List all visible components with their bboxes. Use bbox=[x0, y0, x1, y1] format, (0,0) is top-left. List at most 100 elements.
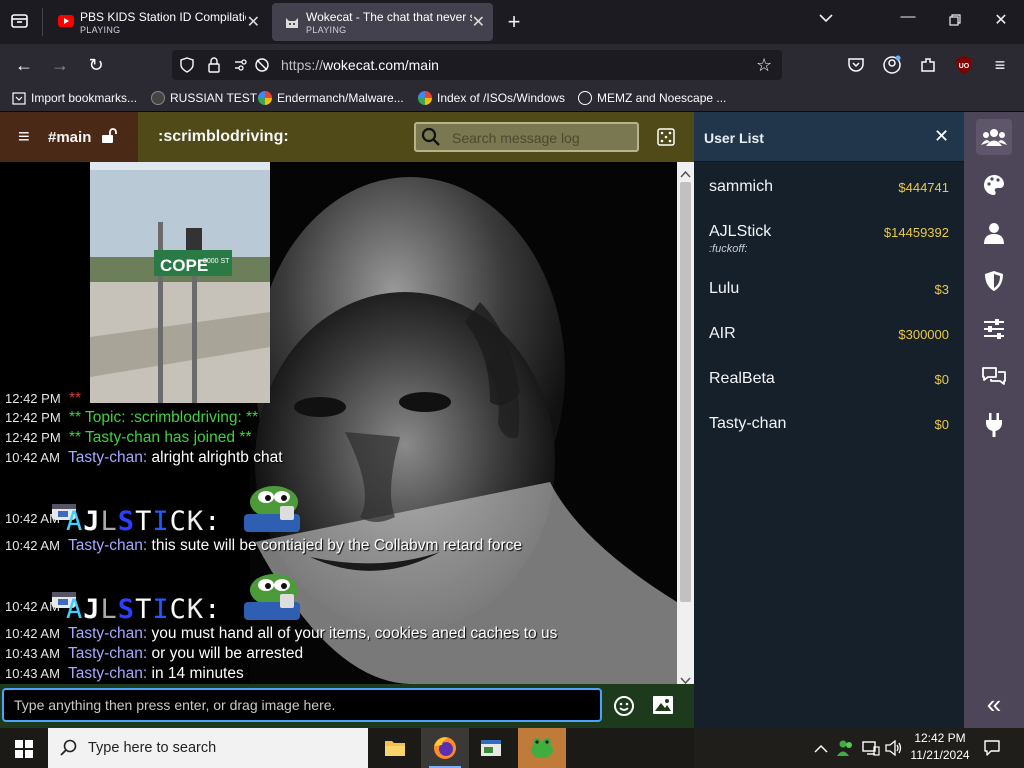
timestamp: 12:42 PM bbox=[5, 391, 61, 406]
nickname[interactable]: Tasty-chan: bbox=[68, 449, 147, 466]
file-explorer-icon[interactable] bbox=[384, 738, 406, 763]
timestamp: 10:42 AM bbox=[5, 450, 60, 465]
collapse-chevrons-icon[interactable]: « bbox=[976, 686, 1012, 722]
minimize-icon[interactable]: — bbox=[898, 8, 918, 25]
app-window-icon[interactable] bbox=[480, 738, 502, 763]
clock-time: 12:42 PM bbox=[914, 731, 966, 745]
timestamp: 10:42 AM bbox=[5, 626, 60, 641]
nickname[interactable]: Tasty-chan: bbox=[68, 537, 147, 554]
bookmark-label: Import bookmarks... bbox=[31, 91, 138, 105]
navigation-bar: ← → ↻ https://wokecat.com/main ☆ UO ≡ bbox=[0, 44, 1024, 86]
tab-pbs-kids[interactable]: PBS KIDS Station ID Compilation PLAYING … bbox=[46, 3, 268, 41]
dice-icon[interactable] bbox=[657, 128, 675, 151]
channel-name[interactable]: #main bbox=[48, 129, 91, 146]
hamburger-menu-icon[interactable]: ≡ bbox=[988, 53, 1012, 77]
notifications-icon[interactable] bbox=[983, 739, 1001, 762]
pocket-icon[interactable] bbox=[844, 53, 868, 77]
bookmark-isos[interactable]: Index of /ISOs/Windows bbox=[418, 91, 565, 105]
show-hidden-icons-chevron-icon[interactable] bbox=[814, 741, 828, 759]
message-scrollbar[interactable] bbox=[677, 162, 694, 684]
chat-bubbles-icon[interactable] bbox=[976, 359, 1012, 395]
lock-icon[interactable] bbox=[207, 56, 221, 79]
url-bar[interactable]: https://wokecat.com/main ☆ bbox=[172, 50, 782, 80]
close-window-icon[interactable]: ✕ bbox=[991, 10, 1011, 30]
shield-icon[interactable] bbox=[976, 263, 1012, 299]
user-entry-ajlstick[interactable]: AJLStick:fuckoff: bbox=[709, 223, 771, 255]
tray-people-icon[interactable] bbox=[837, 739, 855, 762]
user-entry-lulu[interactable]: Lulu bbox=[709, 280, 739, 298]
clock[interactable]: 12:42 PM 11/21/2024 bbox=[908, 731, 972, 762]
tab-list-icon[interactable] bbox=[10, 12, 30, 30]
user-money: $0 bbox=[934, 417, 949, 432]
frog-app-taskbar-icon[interactable] bbox=[518, 728, 566, 768]
message-log[interactable]: COPE 3000 ST 12:42 PM ** 12:42 PM ** Top… bbox=[0, 162, 694, 684]
message-text: or you will be arrested bbox=[151, 645, 304, 662]
scroll-up-icon[interactable] bbox=[680, 165, 691, 183]
close-icon[interactable]: ✕ bbox=[934, 126, 949, 147]
bookmark-russian-test[interactable]: RUSSIAN TEST bbox=[151, 91, 257, 105]
user-entry-sammich[interactable]: sammich bbox=[709, 178, 773, 196]
message-text: you must hand all of your items, cookies… bbox=[151, 625, 558, 642]
nickname[interactable]: Tasty-chan: bbox=[68, 625, 147, 642]
network-icon[interactable] bbox=[862, 740, 880, 761]
user-name: Lulu bbox=[709, 280, 740, 297]
message-input[interactable] bbox=[2, 688, 602, 722]
bookmark-endermanch[interactable]: Endermanch/Malware... bbox=[258, 91, 404, 105]
cat-favicon-icon bbox=[284, 15, 300, 29]
tab-close-icon[interactable]: ✕ bbox=[247, 12, 260, 32]
users-icon[interactable] bbox=[976, 119, 1012, 155]
back-arrow-icon[interactable]: ← bbox=[12, 53, 36, 77]
unlocked-icon[interactable] bbox=[100, 127, 118, 150]
shield-tracking-icon[interactable] bbox=[179, 57, 195, 78]
account-icon[interactable] bbox=[880, 53, 904, 77]
scroll-thumb[interactable] bbox=[680, 182, 691, 602]
user-entry-realbeta[interactable]: RealBeta bbox=[709, 370, 775, 388]
timestamp: 12:42 PM bbox=[5, 410, 61, 425]
icon-sidebar: « bbox=[964, 112, 1024, 728]
search-box[interactable] bbox=[414, 122, 639, 152]
tab-wokecat[interactable]: Wokecat - The chat that never s PLAYING … bbox=[272, 3, 493, 41]
tab-title: PBS KIDS Station ID Compilation bbox=[80, 10, 246, 24]
new-tab-icon[interactable]: + bbox=[504, 9, 524, 35]
system-message: ** Topic: :scrimblodriving: ** bbox=[68, 409, 259, 426]
emoji-icon[interactable] bbox=[613, 695, 635, 722]
clock-date: 11/21/2024 bbox=[910, 748, 970, 762]
plug-icon[interactable] bbox=[976, 407, 1012, 443]
palette-icon[interactable] bbox=[976, 167, 1012, 203]
url-text[interactable]: https://wokecat.com/main bbox=[281, 57, 439, 73]
permissions-icon[interactable] bbox=[234, 57, 252, 78]
nickname[interactable]: Tasty-chan: bbox=[68, 645, 147, 662]
firefox-taskbar-icon[interactable] bbox=[421, 728, 469, 768]
channel-block: ≡ #main bbox=[0, 112, 138, 162]
google-icon bbox=[258, 91, 272, 105]
chat-header: ≡ #main :scrimblodriving: bbox=[0, 112, 694, 162]
tab-overflow-chevron-icon[interactable] bbox=[816, 10, 836, 27]
message-line: 12:42 PM ** bbox=[5, 390, 81, 408]
forward-arrow-icon[interactable]: → bbox=[48, 53, 72, 77]
extensions-icon[interactable] bbox=[916, 53, 940, 77]
reload-icon[interactable]: ↻ bbox=[84, 53, 108, 77]
message-line: 10:42 AM Tasty-chan: this sute will be c… bbox=[5, 537, 522, 555]
bookmark-star-icon[interactable]: ☆ bbox=[756, 55, 772, 76]
nickname[interactable]: Tasty-chan: bbox=[68, 665, 147, 682]
user-icon[interactable] bbox=[976, 215, 1012, 251]
bookmark-import[interactable]: Import bookmarks... bbox=[12, 91, 137, 105]
tab-playing-label: PLAYING bbox=[306, 25, 347, 35]
background-portrait-image bbox=[250, 162, 677, 684]
taskbar-search-box[interactable]: Type here to search bbox=[48, 728, 368, 768]
image-upload-icon[interactable] bbox=[652, 695, 674, 720]
menu-icon[interactable]: ≡ bbox=[18, 126, 30, 149]
search-input[interactable] bbox=[452, 128, 632, 148]
bookmark-memz[interactable]: MEMZ and Noescape ... bbox=[578, 91, 726, 105]
tab-close-icon[interactable]: ✕ bbox=[472, 12, 485, 32]
scroll-down-icon[interactable] bbox=[680, 672, 691, 684]
user-entry-air[interactable]: AIR bbox=[709, 325, 736, 343]
sliders-icon[interactable] bbox=[976, 311, 1012, 347]
restore-icon[interactable] bbox=[945, 13, 965, 30]
user-entry-tasty-chan[interactable]: Tasty-chan bbox=[709, 415, 786, 433]
ublock-origin-icon[interactable]: UO bbox=[952, 53, 976, 77]
windows-start-icon[interactable] bbox=[15, 740, 33, 763]
autoplay-blocked-icon[interactable] bbox=[254, 57, 270, 78]
street-sign-image: COPE 3000 ST bbox=[90, 162, 270, 403]
volume-icon[interactable] bbox=[885, 739, 903, 761]
